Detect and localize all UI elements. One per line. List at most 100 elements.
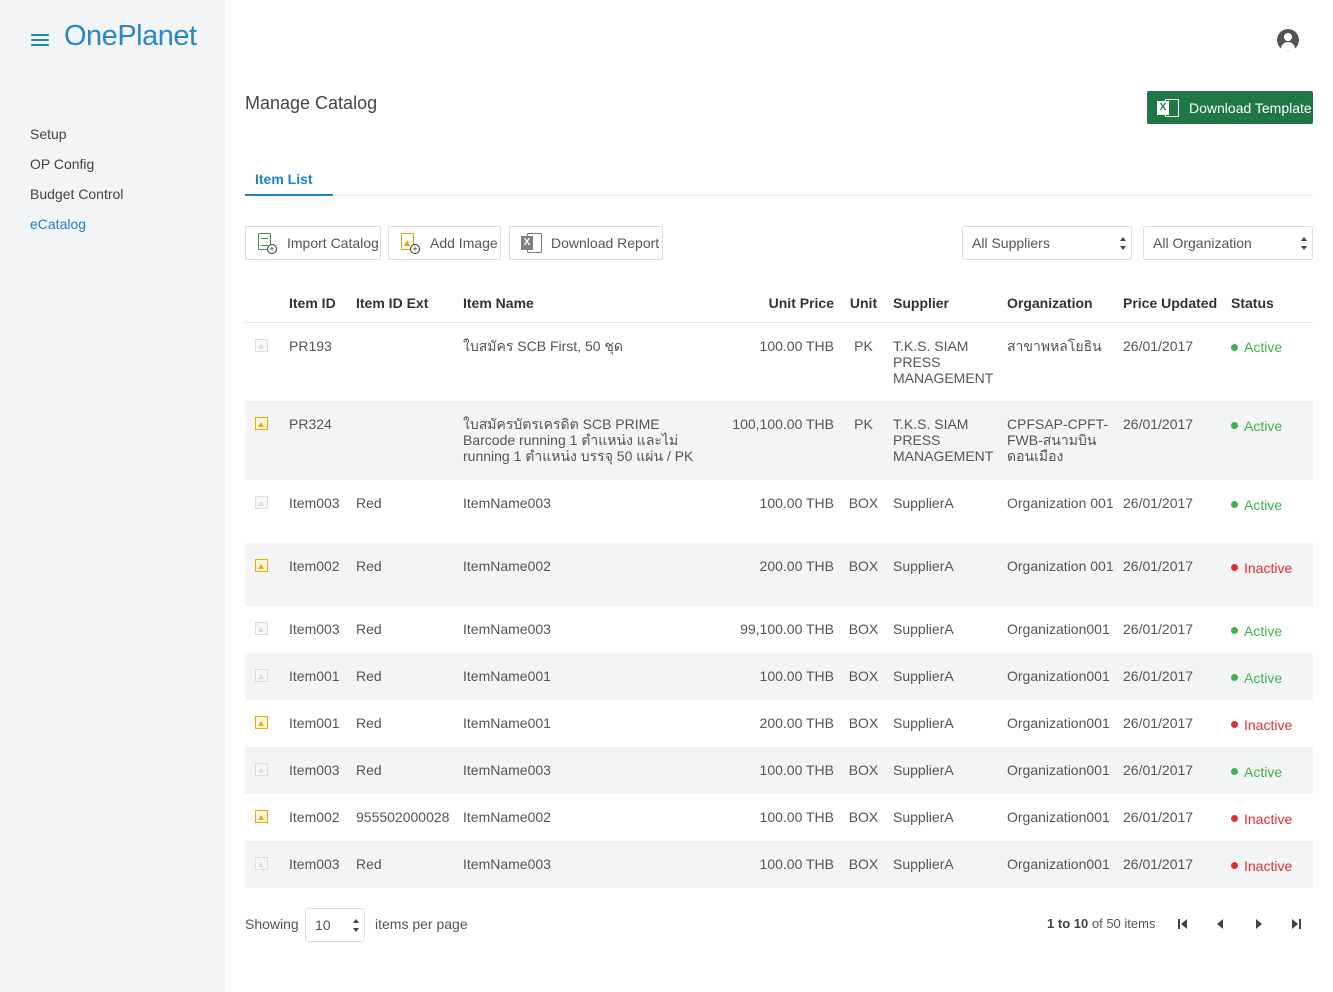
table-row[interactable]: Item001 Red ItemName001 200.00 THB BOX Suppli…: [245, 700, 1313, 747]
unit-price: 100.00 THB: [759, 809, 834, 825]
image-thumbnail-icon[interactable]: [255, 559, 268, 572]
table-row[interactable]: Item003 Red ItemName003 100.00 THB BOX Suppli…: [245, 841, 1313, 888]
item-id: Item003: [285, 841, 352, 888]
col-item-name[interactable]: Item Name: [459, 285, 711, 323]
app-logo[interactable]: OnePlanet: [64, 20, 197, 53]
sidebar-item-setup[interactable]: Setup: [30, 126, 123, 156]
status-cell: Active: [1227, 401, 1313, 480]
image-thumbnail-icon[interactable]: [255, 496, 268, 509]
item-id-ext: Red: [356, 621, 382, 637]
table-row[interactable]: Item003 Red ItemName003 100.00 THB BOX Suppli…: [245, 480, 1313, 543]
col-supplier[interactable]: Supplier: [889, 285, 1003, 323]
supplier-filter-select[interactable]: All Suppliers: [962, 226, 1132, 260]
menu-icon[interactable]: [31, 34, 49, 48]
table-row[interactable]: Item002 955502000028 ItemName002 100.00 THB…: [245, 794, 1313, 841]
prev-page-icon[interactable]: [1214, 916, 1228, 932]
item-id-ext: Red: [356, 715, 382, 731]
sidebar-item-budget-control[interactable]: Budget Control: [30, 186, 123, 216]
item-table: Item ID Item ID Ext Item Name Unit Price…: [245, 285, 1313, 888]
table-row[interactable]: PR193 ใบสมัคร SCB First, 50 ชุด 100.00 THB…: [245, 322, 1313, 401]
import-file-icon: +: [256, 232, 278, 254]
col-status[interactable]: Status: [1227, 285, 1313, 323]
status-badge: Active: [1231, 418, 1282, 434]
item-id-ext: [352, 322, 459, 401]
table-row[interactable]: Item002 Red ItemName002 200.00 THB BOX Suppli…: [245, 543, 1313, 606]
supplier: SupplierA: [893, 715, 954, 731]
item-id: Item003: [289, 621, 340, 637]
table-row[interactable]: Item003 Red ItemName003 99,100.00 THB BOX Sup…: [245, 606, 1313, 653]
download-template-button[interactable]: X Download Template: [1147, 91, 1313, 124]
next-page-icon[interactable]: [1252, 916, 1266, 932]
status-label: Active: [1244, 622, 1283, 639]
unit: BOX: [848, 809, 879, 825]
col-unit-price[interactable]: Unit Price: [711, 285, 838, 323]
unit: BOX: [848, 715, 879, 731]
range-from: 1: [1047, 916, 1055, 931]
status-dot-icon: [1231, 564, 1238, 571]
unit-price: 100,100.00 THB: [711, 401, 838, 480]
user-account-icon[interactable]: [1277, 29, 1299, 51]
status-badge: Inactive: [1231, 811, 1292, 827]
select-arrows-icon: [1120, 237, 1126, 250]
status-badge: Active: [1231, 670, 1282, 686]
status-dot-icon: [1231, 422, 1238, 429]
status-label: Active: [1244, 339, 1283, 355]
table-row[interactable]: Item001 Red ItemName001 100.00 THB BOX Suppli…: [245, 653, 1313, 700]
add-image-button[interactable]: + Add Image: [388, 226, 501, 260]
image-thumbnail-icon[interactable]: [255, 763, 268, 776]
range-of: of 50 items: [1091, 916, 1156, 931]
import-catalog-button[interactable]: + Import Catalog: [245, 226, 381, 260]
price-updated: 26/01/2017: [1119, 653, 1227, 700]
sidebar-item-ecatalog[interactable]: eCatalog: [30, 216, 123, 246]
unit: BOX: [838, 841, 889, 888]
download-report-button[interactable]: X Download Report: [509, 226, 663, 260]
table-row[interactable]: Item003 Red ItemName003 100.00 THB BOX Suppli…: [245, 747, 1313, 794]
status-badge: Inactive: [1231, 560, 1292, 576]
sidebar-item-op-config[interactable]: OP Config: [30, 156, 123, 186]
col-item-id[interactable]: Item ID: [285, 285, 352, 323]
table-row[interactable]: PR324 ใบสมัครบัตรเครดิต SCB PRIME Barcode…: [245, 401, 1313, 480]
item-name: ItemName001: [463, 715, 551, 731]
image-thumbnail-icon[interactable]: [255, 622, 268, 635]
image-thumbnail-icon[interactable]: [255, 669, 268, 682]
image-thumbnail-icon[interactable]: [255, 716, 268, 729]
download-report-label: Download Report: [551, 235, 660, 251]
tab-item-list[interactable]: Item List: [245, 165, 333, 196]
supplier: T.K.S. SIAM PRESS MANAGEMENT: [893, 337, 994, 386]
status-label: Inactive: [1244, 559, 1293, 576]
col-organization[interactable]: Organization: [1003, 285, 1119, 323]
item-image-cell: [245, 606, 285, 653]
status-cell: Active: [1227, 653, 1313, 700]
col-unit[interactable]: Unit: [838, 285, 889, 323]
first-page-icon[interactable]: [1177, 916, 1191, 932]
per-page-select[interactable]: 10: [305, 908, 365, 942]
item-image-cell: [245, 794, 285, 841]
item-image-cell: [245, 543, 285, 606]
unit-price: 200.00 THB: [759, 715, 834, 731]
status-dot-icon: [1231, 815, 1238, 822]
item-id: Item001: [285, 653, 352, 700]
status-label: Inactive: [1244, 857, 1293, 874]
last-page-icon[interactable]: [1289, 916, 1303, 932]
status-cell: Active: [1227, 480, 1313, 543]
status-badge: Inactive: [1231, 717, 1292, 733]
image-thumbnail-icon[interactable]: [255, 810, 268, 823]
price-updated: 26/01/2017: [1119, 747, 1227, 794]
download-template-label: Download Template: [1189, 99, 1312, 116]
supplier: SupplierA: [889, 653, 1003, 700]
item-name: ItemName003: [459, 747, 711, 794]
item-id-ext: Red: [352, 747, 459, 794]
unit: PK: [854, 337, 873, 354]
organization: Organization 001: [1007, 495, 1114, 511]
col-item-id-ext[interactable]: Item ID Ext: [352, 285, 459, 323]
col-price-updated[interactable]: Price Updated: [1119, 285, 1227, 323]
image-thumbnail-icon[interactable]: [255, 338, 268, 352]
image-thumbnail-icon[interactable]: [255, 857, 268, 870]
organization: Organization001: [1003, 747, 1119, 794]
item-image-cell: [245, 401, 285, 480]
organization: Organization001: [1003, 841, 1119, 888]
organization-filter-select[interactable]: All Organization: [1143, 226, 1313, 260]
select-arrows-icon: [1301, 237, 1307, 250]
image-thumbnail-icon[interactable]: [255, 417, 268, 430]
price-updated: 26/01/2017: [1123, 621, 1194, 637]
